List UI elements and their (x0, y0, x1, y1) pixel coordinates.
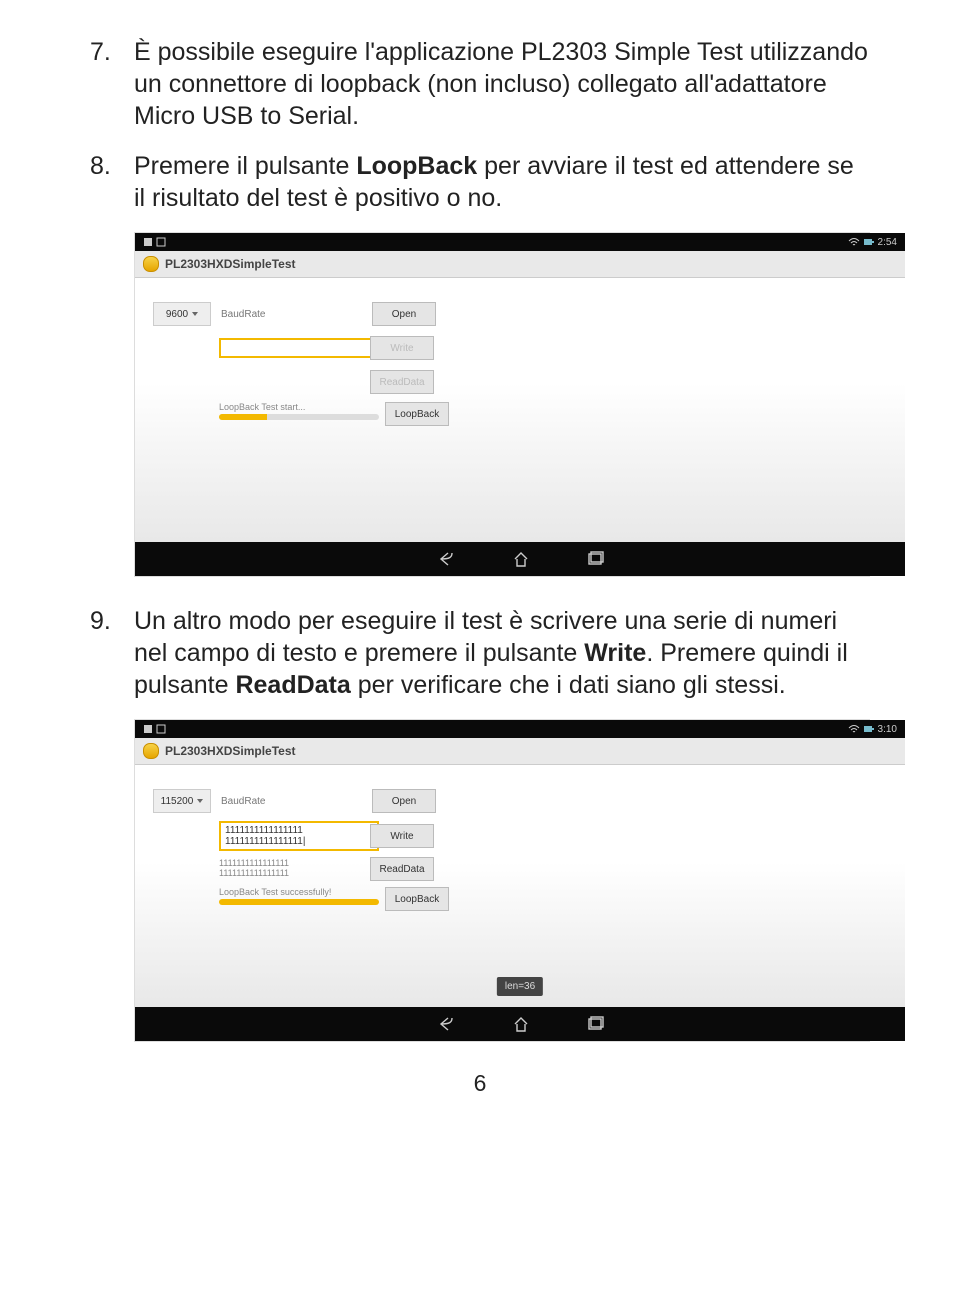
recent-icon[interactable] (586, 1015, 604, 1033)
progress-fill (219, 414, 267, 420)
button-label: ReadData (379, 864, 424, 875)
list-number: 9. (90, 605, 134, 701)
title-bar: PL2303HXDSimpleTest (135, 738, 905, 765)
image-icon (156, 724, 166, 734)
button-label: LoopBack (395, 894, 439, 905)
nav-bar: len=36 (135, 1007, 905, 1041)
text: Premere il pulsante (134, 152, 356, 180)
home-icon[interactable] (512, 1015, 530, 1033)
chevron-down-icon (197, 799, 203, 803)
wifi-icon (848, 237, 860, 247)
write-input[interactable] (219, 338, 379, 358)
status-bar: 2:54 (135, 233, 905, 251)
app-title: PL2303HXDSimpleTest (165, 257, 296, 271)
battery-icon (863, 237, 875, 247)
loopback-status: LoopBack Test successfully! (219, 887, 379, 897)
screenshot-2: 3:10 PL2303HXDSimpleTest 115200 BaudRate… (134, 719, 870, 1042)
progress-bar (219, 414, 379, 420)
button-label: LoopBack (395, 409, 439, 420)
list-text: Un altro modo per eseguire il test è scr… (134, 605, 870, 701)
open-button[interactable]: Open (372, 302, 436, 326)
button-label: Open (392, 796, 416, 807)
button-label: ReadData (379, 377, 424, 388)
bold: ReadData (235, 671, 350, 699)
write-input[interactable]: 1111111111111111 1111111111111111| (219, 821, 379, 851)
chevron-down-icon (192, 312, 198, 316)
status-right: 2:54 (848, 237, 897, 248)
text: per verificare che i dati siano gli stes… (351, 671, 786, 699)
app-title: PL2303HXDSimpleTest (165, 744, 296, 758)
title-bar: PL2303HXDSimpleTest (135, 251, 905, 278)
bold: Write (584, 639, 646, 667)
nav-bar (135, 542, 905, 576)
button-label: Write (390, 831, 413, 842)
open-button[interactable]: Open (372, 789, 436, 813)
list-text: Premere il pulsante LoopBack per avviare… (134, 150, 870, 214)
readdata-button[interactable]: ReadData (370, 370, 434, 394)
clock: 3:10 (878, 724, 897, 735)
save-icon (143, 237, 153, 247)
baudrate-value: 115200 (161, 796, 194, 807)
status-right: 3:10 (848, 724, 897, 735)
progress-fill (219, 899, 379, 905)
status-left-icons (143, 237, 166, 247)
list-item-7: 7. È possibile eseguire l'applicazione P… (90, 36, 870, 132)
back-icon[interactable] (436, 1015, 456, 1033)
write-button[interactable]: Write (370, 336, 434, 360)
clock: 2:54 (878, 237, 897, 248)
wifi-icon (848, 724, 860, 734)
recent-icon[interactable] (586, 550, 604, 568)
baudrate-value: 9600 (166, 309, 188, 320)
work-area: 115200 BaudRate Open 1111111111111111 11… (135, 765, 905, 1007)
loopback-button[interactable]: LoopBack (385, 402, 449, 426)
baudrate-label: BaudRate (211, 309, 366, 320)
readdata-button[interactable]: ReadData (370, 857, 434, 881)
work-area: 9600 BaudRate Open Write ReadDat (135, 278, 905, 542)
toast: len=36 (497, 977, 543, 996)
status-left-icons (143, 724, 166, 734)
page: 7. È possibile eseguire l'applicazione P… (0, 0, 960, 1117)
button-label: Write (390, 343, 413, 354)
list-number: 7. (90, 36, 134, 132)
loopback-status: LoopBack Test start... (219, 402, 379, 412)
list-number: 8. (90, 150, 134, 214)
progress-bar (219, 899, 379, 905)
loopback-button[interactable]: LoopBack (385, 887, 449, 911)
page-number: 6 (90, 1070, 870, 1097)
image-icon (156, 237, 166, 247)
text: È possibile eseguire l'applicazione PL23… (134, 38, 868, 130)
save-icon (143, 724, 153, 734)
baudrate-dropdown[interactable]: 9600 (153, 302, 211, 326)
back-icon[interactable] (436, 550, 456, 568)
app-logo-icon (143, 743, 159, 759)
baudrate-dropdown[interactable]: 115200 (153, 789, 211, 813)
battery-icon (863, 724, 875, 734)
list-item-9: 9. Un altro modo per eseguire il test è … (90, 605, 870, 701)
baudrate-label: BaudRate (211, 796, 366, 807)
home-icon[interactable] (512, 550, 530, 568)
app-logo-icon (143, 256, 159, 272)
list-item-8: 8. Premere il pulsante LoopBack per avvi… (90, 150, 870, 214)
write-button[interactable]: Write (370, 824, 434, 848)
status-bar: 3:10 (135, 720, 905, 738)
button-label: Open (392, 309, 416, 320)
screenshot-1: 2:54 PL2303HXDSimpleTest 9600 BaudRate O… (134, 232, 870, 577)
bold: LoopBack (356, 152, 477, 180)
list-text: È possibile eseguire l'applicazione PL23… (134, 36, 870, 132)
read-output: 1111111111111111 1111111111111111 (219, 858, 379, 880)
